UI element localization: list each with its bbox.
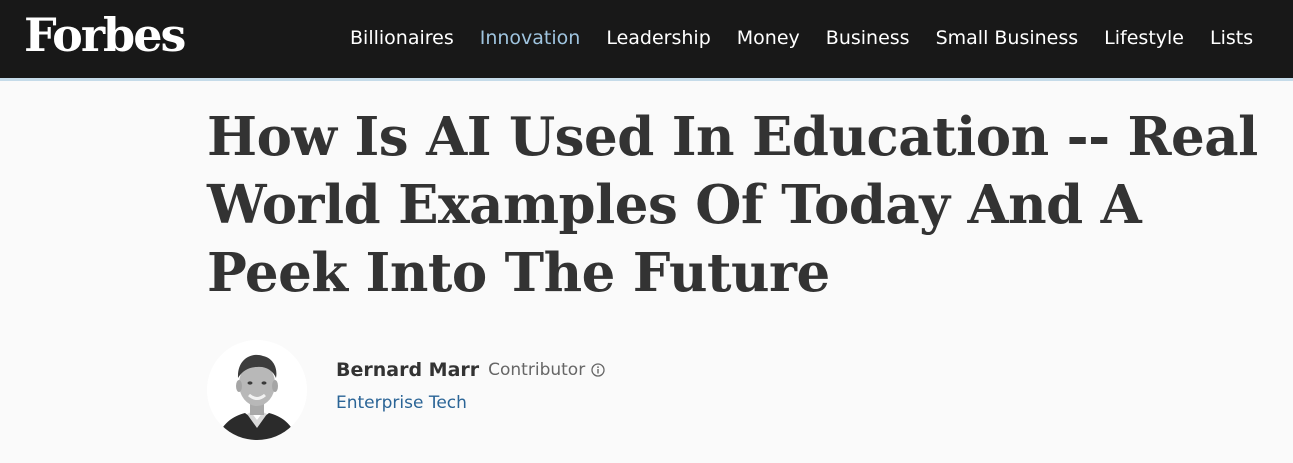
byline: Bernard Marr Contributor [336, 359, 605, 381]
author-photo [207, 340, 307, 440]
top-navigation-bar: Forbes Billionaires Innovation Leadershi… [0, 0, 1293, 81]
nav-item-billionaires[interactable]: Billionaires [337, 27, 467, 49]
nav-item-small-business[interactable]: Small Business [923, 27, 1092, 49]
channel-link[interactable]: Enterprise Tech [336, 393, 467, 413]
info-icon[interactable] [591, 363, 605, 377]
nav-item-leadership[interactable]: Leadership [593, 27, 723, 49]
nav-item-innovation[interactable]: Innovation [467, 27, 594, 49]
nav-item-lifestyle[interactable]: Lifestyle [1091, 27, 1197, 49]
forbes-logo[interactable]: Forbes [24, 6, 186, 64]
nav-item-business[interactable]: Business [813, 27, 923, 49]
nav-item-money[interactable]: Money [724, 27, 813, 49]
author-name[interactable]: Bernard Marr [336, 359, 479, 381]
section-nav: Billionaires Innovation Leadership Money… [337, 0, 1266, 75]
nav-item-lists[interactable]: Lists [1197, 27, 1266, 49]
author-avatar[interactable] [207, 340, 307, 440]
author-role: Contributor [488, 360, 586, 380]
article-headline: How Is AI Used In Education -- Real Worl… [207, 106, 1258, 304]
